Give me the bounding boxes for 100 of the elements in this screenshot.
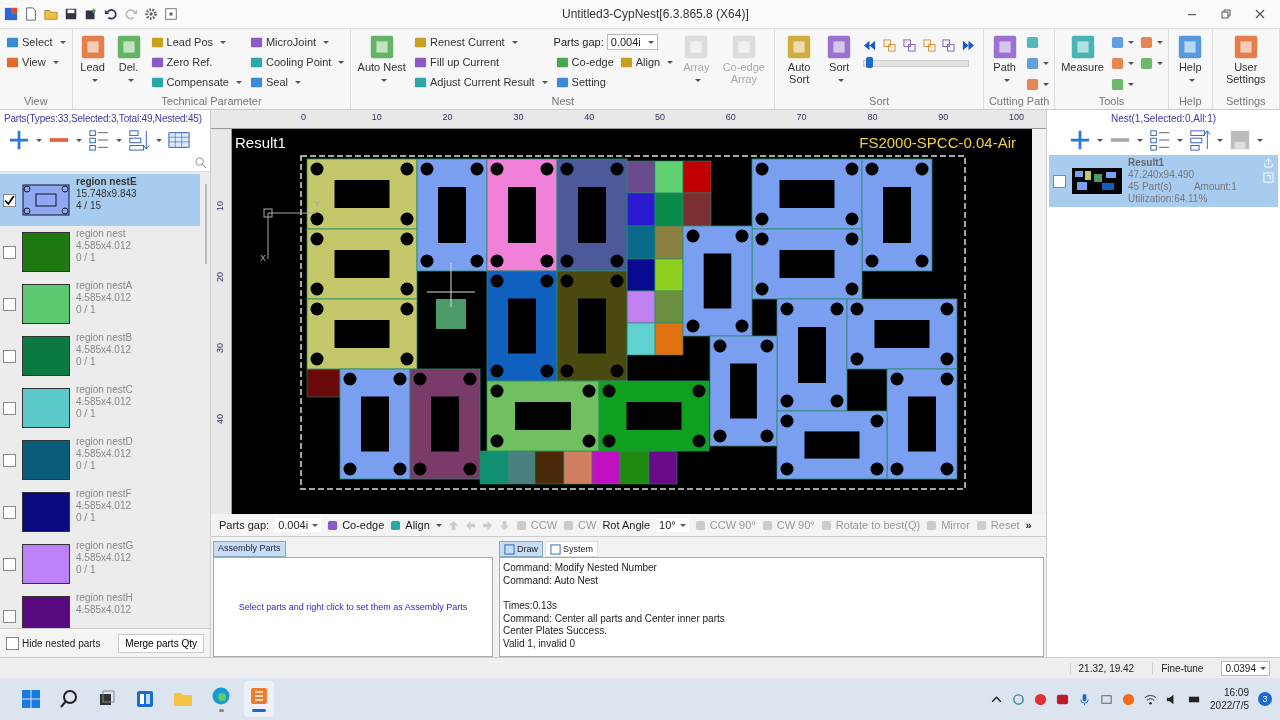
ribbon-button[interactable]: Del. xyxy=(112,33,145,85)
ribbon-button[interactable]: Lead xyxy=(76,33,109,85)
toolbar-field[interactable]: 10° xyxy=(656,518,689,532)
ribbon-button[interactable]: MicroJoint xyxy=(247,33,347,51)
merge-button[interactable]: Merge parts Qty xyxy=(118,633,204,653)
clock[interactable]: 16:09 2022/7/5 xyxy=(1210,686,1249,712)
assembly-tab[interactable]: Assembly Parts xyxy=(213,541,286,557)
ribbon-button[interactable]: User Settings xyxy=(1216,33,1275,85)
sort-icon[interactable] xyxy=(1188,129,1211,151)
checkbox[interactable] xyxy=(3,349,16,363)
save-icon[interactable] xyxy=(64,7,78,21)
result-size: 47.240x94.490 xyxy=(1128,169,1196,181)
tab-icon xyxy=(504,543,515,555)
toolbar-button[interactable]: Align xyxy=(390,519,442,531)
more-button[interactable]: » xyxy=(1025,519,1032,531)
part-thumbnail xyxy=(22,284,70,324)
checkbox[interactable] xyxy=(3,245,16,259)
checkbox[interactable] xyxy=(1053,174,1066,188)
result-name: Result1 xyxy=(1128,157,1166,169)
open-folder-icon[interactable] xyxy=(44,7,58,21)
ruler-label: 70 xyxy=(796,112,807,122)
ribbon-button[interactable]: Compensate xyxy=(148,73,244,91)
ruler-label: 100 xyxy=(1009,112,1025,122)
checkbox[interactable] xyxy=(3,193,16,207)
part-thumbnail xyxy=(22,440,70,480)
undo-icon[interactable] xyxy=(104,7,118,21)
rewind-icon[interactable] xyxy=(863,39,877,52)
ribbon-button[interactable]: Sort xyxy=(823,33,856,85)
ribbon-button[interactable]: Measure xyxy=(1059,33,1106,73)
redo-icon[interactable] xyxy=(124,7,138,21)
ribbon-button[interactable]: Seal xyxy=(247,73,347,91)
help-icon[interactable] xyxy=(164,7,178,21)
ribbon-button[interactable]: Lead Pos xyxy=(148,33,244,51)
checkbox[interactable] xyxy=(3,609,16,623)
sort-icon[interactable] xyxy=(128,129,150,151)
checkbox[interactable] xyxy=(3,453,16,467)
ribbon-button[interactable]: Auto Nest xyxy=(355,33,409,85)
windows-icon xyxy=(21,689,41,709)
restore-icon[interactable] xyxy=(1220,8,1232,20)
part-name: region nestC xyxy=(76,384,133,396)
ribbon-button[interactable]: Zero Ref. xyxy=(148,53,244,71)
sort-slider[interactable] xyxy=(863,60,970,67)
ribbon-button[interactable]: View xyxy=(4,53,68,71)
plus-icon[interactable] xyxy=(1068,129,1091,151)
ribbon-button[interactable]: Help xyxy=(1172,33,1208,85)
ribbon-button[interactable]: Renest Current xyxy=(412,33,550,51)
layers-icon[interactable] xyxy=(922,39,936,52)
part-thumbnail xyxy=(22,232,70,272)
slider-thumb[interactable] xyxy=(866,57,874,68)
hide-nested-checkbox[interactable]: Hide nested parts xyxy=(6,636,101,650)
app-icon[interactable] xyxy=(1122,692,1136,706)
ribbon-button[interactable]: Setting xyxy=(553,73,676,91)
log-tab[interactable]: Draw xyxy=(499,541,543,557)
close-icon[interactable] xyxy=(1254,8,1266,20)
group-label: Nest xyxy=(550,95,576,109)
notification-badge[interactable]: 3 xyxy=(1258,692,1272,706)
ribbon-button[interactable]: Align xyxy=(617,53,676,71)
save-as-icon[interactable] xyxy=(84,7,98,21)
app-logo-icon[interactable] xyxy=(4,7,18,21)
field-label: Parts gap: xyxy=(553,36,604,48)
ribbon-button[interactable]: Path xyxy=(988,33,1022,85)
fine-tune-field[interactable]: 0.0394 xyxy=(1221,660,1270,676)
checklist-icon[interactable] xyxy=(88,129,110,151)
plus-icon[interactable] xyxy=(8,129,30,151)
group-label: Sort xyxy=(868,95,891,109)
toolbar-button[interactable]: Co-edge xyxy=(327,519,385,531)
checkbox[interactable] xyxy=(3,505,16,519)
checkbox[interactable] xyxy=(3,557,16,571)
log-tab[interactable]: System xyxy=(545,541,599,557)
ruler-label: 30 xyxy=(513,112,524,122)
layers-icon[interactable] xyxy=(942,39,956,52)
toolbar-field[interactable]: 0.004i xyxy=(275,518,322,532)
part-count: 0 / 1 xyxy=(76,356,97,368)
parts-gap-field[interactable]: 0.004i xyxy=(606,34,658,50)
circle-icon[interactable] xyxy=(1034,692,1048,706)
checkbox[interactable] xyxy=(3,297,16,311)
toolbar-icon xyxy=(249,75,263,89)
microphone-icon[interactable] xyxy=(1078,692,1092,706)
gear-icon[interactable] xyxy=(144,7,158,21)
ribbon-button[interactable]: Cooling Point xyxy=(247,53,347,71)
ribbon-button[interactable]: Auto Sort xyxy=(779,33,820,85)
ribbon-button[interactable]: Adjust Current Result xyxy=(412,73,550,91)
layers-icon[interactable] xyxy=(902,39,916,52)
ribbon-button[interactable]: Co-edge xyxy=(553,53,616,71)
layers-icon[interactable] xyxy=(883,39,896,52)
coordinates-text: 21.32, 19.42 xyxy=(1069,662,1143,674)
table-icon[interactable] xyxy=(168,129,190,151)
new-file-icon[interactable] xyxy=(24,7,38,21)
part-item[interactable]: region nestE 15.748x9.843 4 / 15 xyxy=(0,174,200,226)
group-label: View xyxy=(22,95,49,109)
ribbon-button[interactable]: Fill up Current xyxy=(412,53,550,71)
result-thumbnail xyxy=(1072,168,1122,194)
ribbon-button[interactable]: Select xyxy=(4,33,68,51)
wifi-icon[interactable] xyxy=(1144,692,1158,706)
part-count: 0 / 1 xyxy=(76,460,97,472)
toolbar-icon xyxy=(327,519,339,531)
part-size: 4.585x4.012 xyxy=(76,240,132,252)
checklist-icon[interactable] xyxy=(1148,129,1171,151)
fast-forward-icon[interactable] xyxy=(962,39,976,52)
checkbox[interactable] xyxy=(3,401,16,415)
